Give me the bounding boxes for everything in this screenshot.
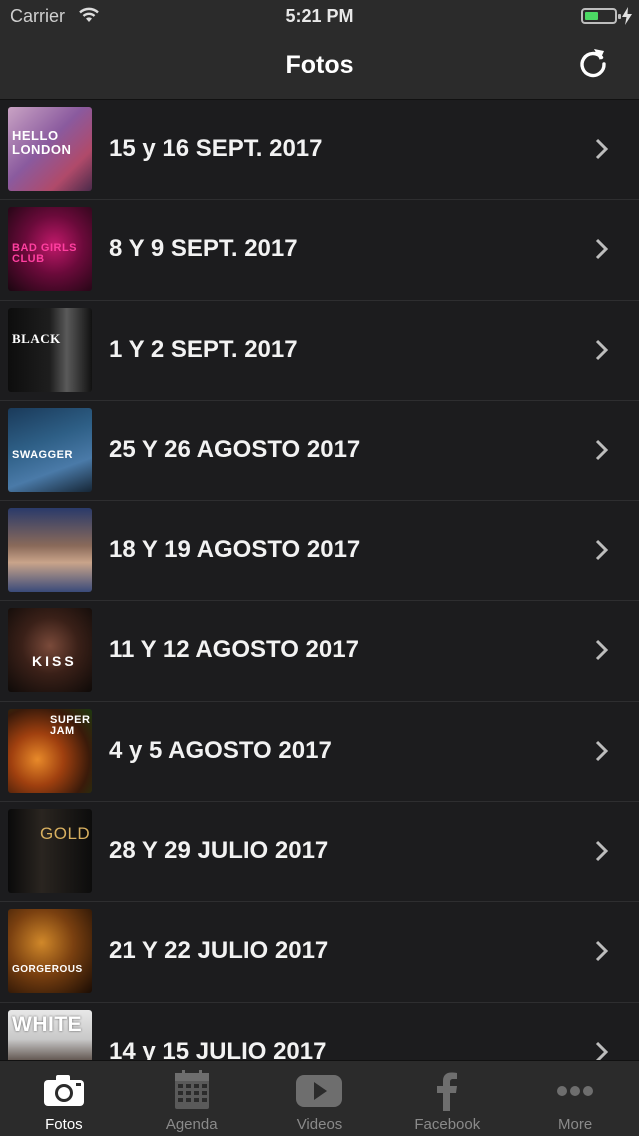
album-title: 15 y 16 SEPT. 2017 — [109, 135, 323, 162]
album-title: 25 Y 26 AGOSTO 2017 — [109, 435, 361, 463]
thumbnail-title: KISS — [32, 653, 77, 670]
album-row[interactable]: KISS 11 Y 12 AGOSTO 2017 — [0, 601, 639, 702]
thumbnail-title: GORGEROUS — [12, 964, 83, 976]
album-row[interactable]: 18 Y 19 AGOSTO 2017 — [0, 501, 639, 602]
chevron-right-icon — [595, 540, 609, 561]
album-thumbnail — [8, 508, 92, 593]
camera-icon — [43, 1075, 84, 1106]
album-row[interactable]: BAD GIRLS CLUB 8 Y 9 SEPT. 2017 — [0, 200, 639, 301]
tab-agenda[interactable]: Agenda — [128, 1061, 256, 1136]
album-thumbnail: SWAGGER — [8, 407, 92, 492]
battery-level — [585, 12, 598, 20]
tab-facebook[interactable]: Facebook — [383, 1061, 511, 1136]
chevron-right-icon — [595, 239, 609, 260]
chevron-right-icon — [595, 941, 609, 962]
tab-label: More — [557, 1116, 593, 1133]
calendar-icon — [174, 1070, 209, 1109]
tab-videos[interactable]: Videos — [256, 1061, 384, 1136]
album-thumbnail: BLACK — [8, 307, 92, 392]
album-thumbnail: SUPER JAM — [8, 708, 92, 793]
album-title: 4 y 5 AGOSTO 2017 — [109, 736, 332, 764]
album-thumbnail: GOLD — [8, 809, 92, 894]
album-row[interactable]: BLACK 1 Y 2 SEPT. 2017 — [0, 300, 639, 401]
album-row[interactable]: HELLO LONDON 15 y 16 SEPT. 2017 — [0, 100, 639, 201]
thumbnail-title: BAD GIRLS CLUB — [12, 242, 77, 266]
chevron-right-icon — [595, 138, 609, 160]
navigation-bar: Fotos — [0, 32, 639, 100]
thumbnail-title: BLACK — [12, 330, 61, 346]
chevron-right-icon — [595, 1041, 609, 1060]
album-thumbnail: KISS — [8, 608, 92, 693]
album-row[interactable]: WHITE 14 y 15 JULIO 2017 — [0, 1002, 639, 1060]
album-row[interactable]: GOLD 28 Y 29 JULIO 2017 — [0, 802, 639, 903]
tab-label: Agenda — [165, 1116, 218, 1133]
thumbnail-title: WHITE — [12, 1012, 83, 1036]
tab-bar: Fotos Agenda Videos Facebook More — [0, 1060, 639, 1136]
thumbnail-title: SWAGGER — [12, 448, 73, 461]
thumbnail-title: HELLO LONDON — [12, 128, 72, 157]
album-thumbnail: BAD GIRLS CLUB — [8, 207, 92, 292]
facebook-icon — [437, 1072, 458, 1111]
thumbnail-title: SUPER JAM — [50, 713, 91, 737]
chevron-right-icon — [595, 339, 609, 360]
album-list[interactable]: HELLO LONDON 15 y 16 SEPT. 2017 BAD GIRL… — [0, 100, 639, 1060]
refresh-icon[interactable] — [575, 46, 611, 82]
album-thumbnail: HELLO LONDON — [8, 107, 92, 191]
chevron-right-icon — [595, 640, 609, 661]
battery-icon — [581, 8, 621, 24]
page-title: Fotos — [285, 51, 354, 79]
more-icon — [557, 1086, 594, 1096]
status-bar: Carrier 5:21 PM — [0, 0, 639, 32]
album-title: 28 Y 29 JULIO 2017 — [109, 837, 329, 865]
album-row[interactable]: SUPER JAM 4 y 5 AGOSTO 2017 — [0, 701, 639, 803]
tab-label: Videos — [296, 1116, 343, 1133]
album-title: 18 Y 19 AGOSTO 2017 — [109, 536, 361, 564]
charging-icon — [622, 7, 632, 25]
album-title: 14 y 15 JULIO 2017 — [109, 1037, 327, 1060]
album-thumbnail: WHITE — [8, 1009, 92, 1060]
tab-label: Facebook — [414, 1116, 481, 1133]
chevron-right-icon — [595, 740, 609, 761]
album-row[interactable]: GORGEROUS 21 Y 22 JULIO 2017 — [0, 902, 639, 1003]
tab-label: Fotos — [45, 1116, 83, 1133]
status-time: 5:21 PM — [285, 6, 354, 26]
tab-fotos[interactable]: Fotos — [0, 1061, 128, 1136]
album-thumbnail: GORGEROUS — [8, 909, 92, 994]
album-title: 11 Y 12 AGOSTO 2017 — [109, 636, 359, 664]
album-title: 1 Y 2 SEPT. 2017 — [109, 335, 298, 363]
album-title: 8 Y 9 SEPT. 2017 — [109, 235, 298, 263]
play-icon — [296, 1075, 343, 1107]
chevron-right-icon — [595, 841, 609, 862]
tab-more[interactable]: More — [511, 1061, 639, 1136]
thumbnail-title: GOLD — [40, 824, 91, 844]
chevron-right-icon — [595, 439, 609, 460]
album-title: 21 Y 22 JULIO 2017 — [109, 937, 329, 965]
album-row[interactable]: SWAGGER 25 Y 26 AGOSTO 2017 — [0, 400, 639, 502]
